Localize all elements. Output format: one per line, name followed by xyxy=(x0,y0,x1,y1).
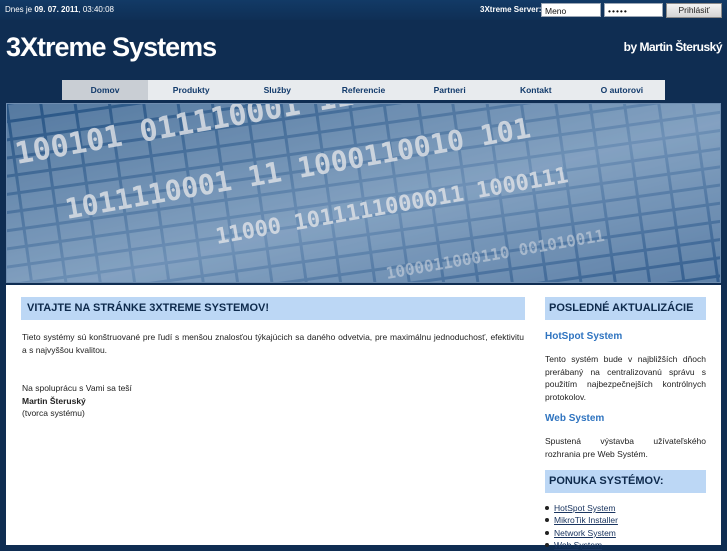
nav-item-produkty[interactable]: Produkty xyxy=(148,80,234,100)
list-item: Network System xyxy=(545,527,618,539)
server-label: 3Xtreme Server: xyxy=(480,5,542,14)
header-banner-image: 100101 011110001 1100011010 1011110001 1… xyxy=(6,103,721,283)
list-item: MikroTik Installer xyxy=(545,514,618,526)
username-input[interactable]: Meno xyxy=(541,3,601,17)
site-header: 3Xtreme Systems by Martin Šteruský xyxy=(0,20,727,80)
systems-list: HotSpot System MikroTik Installer Networ… xyxy=(545,502,618,551)
site-title[interactable]: 3Xtreme Systems xyxy=(6,32,217,63)
list-item: HotSpot System xyxy=(545,502,618,514)
nav-item-referencie[interactable]: Referencie xyxy=(320,80,406,100)
author-byline: by Martin Šteruský xyxy=(623,40,723,54)
systems-heading: PONUKA SYSTÉMOV: xyxy=(545,470,706,493)
system-link-hotspot[interactable]: HotSpot System xyxy=(554,503,615,513)
password-input[interactable]: ••••• xyxy=(604,3,663,17)
content-area: VITAJTE NA STRÁNKE 3XTREME SYSTEMOV! Tie… xyxy=(6,285,721,550)
nav-item-domov[interactable]: Domov xyxy=(62,80,149,100)
system-link-network[interactable]: Network System xyxy=(554,528,616,538)
date-prefix: Dnes je xyxy=(5,5,33,14)
author-role: (tvorca systému) xyxy=(22,408,85,418)
updates-heading: POSLEDNÉ AKTUALIZÁCIE xyxy=(545,297,706,320)
time-value: , 03:40:08 xyxy=(78,5,114,14)
signoff: Na spoluprácu s Vami sa teší Martin Šter… xyxy=(22,382,132,420)
nav-item-o-autorovi[interactable]: O autorovi xyxy=(579,80,665,100)
system-link-mikrotik[interactable]: MikroTik Installer xyxy=(554,515,618,525)
nav-item-partneri[interactable]: Partneri xyxy=(407,80,493,100)
update-text-web: Spustená výstavba užívateľského rozhrani… xyxy=(545,436,706,459)
welcome-heading: VITAJTE NA STRÁNKE 3XTREME SYSTEMOV! xyxy=(21,297,525,320)
date-display: Dnes je 09. 07. 2011, 03:40:08 xyxy=(5,5,114,14)
main-nav: Domov Produkty Služby Referencie Partner… xyxy=(62,80,665,100)
author-name: Martin Šteruský xyxy=(22,395,86,406)
nav-item-sluzby[interactable]: Služby xyxy=(234,80,320,100)
date-value: 09. 07. 2011 xyxy=(34,5,79,14)
nav-item-kontakt[interactable]: Kontakt xyxy=(493,80,579,100)
update-text-hotspot: Tento systém bude v najbližších dňoch pr… xyxy=(545,354,706,403)
update-title-hotspot: HotSpot System xyxy=(545,331,623,342)
top-bar: Dnes je 09. 07. 2011, 03:40:08 3Xtreme S… xyxy=(0,0,727,20)
login-button[interactable]: Prihlásiť xyxy=(666,3,722,18)
intro-text: Tieto systémy sú konštruované pre ľudí s… xyxy=(22,332,524,355)
signoff-line: Na spoluprácu s Vami sa teší xyxy=(22,383,132,393)
update-title-web: Web System xyxy=(545,413,605,424)
nav-wrapper: Domov Produkty Služby Referencie Partner… xyxy=(0,80,727,102)
